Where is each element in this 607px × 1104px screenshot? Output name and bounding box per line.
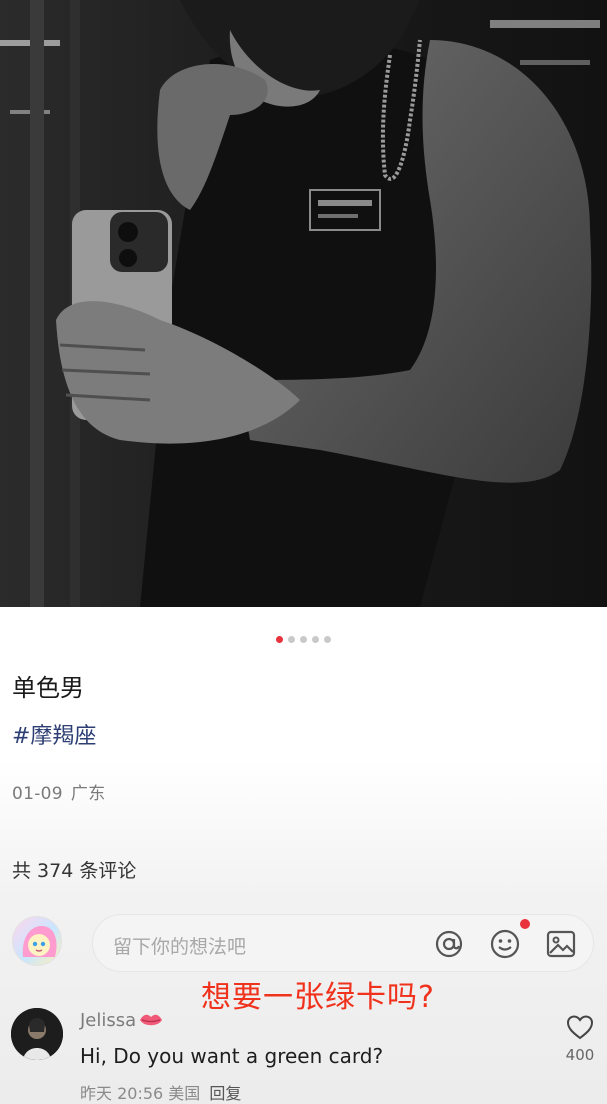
post-photo[interactable]: [0, 0, 607, 607]
gym-selfie-image: [0, 0, 607, 607]
heart-icon[interactable]: [566, 1014, 594, 1040]
my-avatar[interactable]: [12, 916, 62, 966]
comment-region: 美国: [168, 1084, 201, 1103]
comment-time: 昨天 20:56: [80, 1084, 164, 1103]
carousel-dot[interactable]: [312, 636, 319, 643]
avatar-photo-icon: [11, 1008, 63, 1060]
carousel-dot[interactable]: [276, 636, 283, 643]
carousel-indicator: [0, 636, 607, 643]
post-date: 01-09: [12, 784, 63, 804]
carousel-dot[interactable]: [324, 636, 331, 643]
comment-text: Hi, Do you want a green card?: [80, 1044, 384, 1068]
comment-input[interactable]: 留下你的想法吧: [92, 914, 594, 972]
lips-icon: [140, 1014, 163, 1026]
reply-button[interactable]: 回复: [209, 1084, 241, 1103]
emoji-icon[interactable]: [489, 928, 521, 960]
post-title: 单色男: [12, 674, 84, 702]
translation-caption: 想要一张绿卡吗?: [201, 980, 435, 1015]
at-icon[interactable]: [433, 928, 465, 960]
comment-meta: 昨天 20:56 美国 回复: [80, 1080, 241, 1104]
commenter-name[interactable]: Jelissa: [80, 1010, 136, 1031]
commenter-name-row[interactable]: Jelissa: [80, 1010, 163, 1031]
hashtag-link[interactable]: #摩羯座: [12, 718, 96, 750]
post-meta: 01-09 广东: [12, 779, 106, 804]
carousel-dot[interactable]: [288, 636, 295, 643]
commenter-avatar[interactable]: [11, 1008, 63, 1060]
like-count: 400: [565, 1046, 595, 1064]
comment-input-placeholder: 留下你的想法吧: [113, 936, 247, 958]
notification-dot: [520, 919, 530, 929]
comment-count: 共 374 条评论: [12, 860, 137, 882]
image-icon[interactable]: [545, 928, 577, 960]
avatar-cartoon-icon: [22, 925, 57, 957]
like-button[interactable]: 400: [563, 1014, 597, 1064]
carousel-dot[interactable]: [300, 636, 307, 643]
post-location: 广东: [70, 784, 106, 804]
